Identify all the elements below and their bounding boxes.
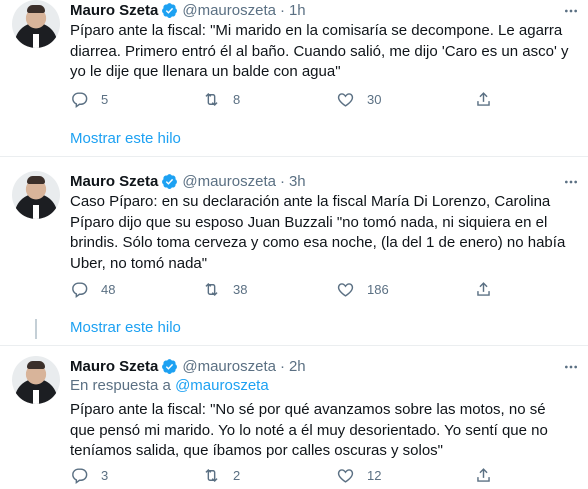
share-icon	[477, 467, 490, 482]
avatar[interactable]	[12, 356, 60, 404]
avatar-shirt	[33, 205, 39, 219]
show-thread-link[interactable]: Mostrar este hilo	[70, 130, 181, 147]
separator-dot: ·	[279, 357, 285, 375]
retweet-count: 38	[233, 281, 248, 297]
like-button[interactable]: 186	[336, 277, 389, 301]
avatar-hair	[27, 361, 45, 369]
tweet-header: Mauro Szeta @mauroszeta · 1h	[70, 0, 306, 20]
tweet[interactable]: Mauro Szeta @mauroszeta · 1h Píparo ante…	[0, 0, 588, 156]
more-dots-icon[interactable]	[562, 358, 580, 376]
avatar-shirt	[33, 34, 39, 48]
retweet-button[interactable]: 2	[202, 463, 240, 487]
share-icon	[477, 91, 490, 106]
author-name[interactable]: Mauro Szeta	[70, 173, 158, 190]
share-icon	[477, 281, 490, 296]
tweet-actions: 3 2 12	[62, 463, 522, 487]
reply-to-handle-link[interactable]: @mauroszeta	[175, 377, 269, 394]
avatar-shirt	[33, 390, 39, 404]
reply-count: 48	[101, 281, 116, 297]
more-dots-icon[interactable]	[562, 173, 580, 191]
reply-icon	[72, 91, 88, 108]
share-button[interactable]	[474, 277, 493, 301]
tweet-text: Píparo ante la fiscal: "No sé por qué av…	[70, 401, 548, 459]
timeline: Mauro Szeta @mauroszeta · 1h Píparo ante…	[0, 0, 588, 489]
retweet-icon	[205, 468, 218, 482]
like-button[interactable]: 12	[336, 463, 381, 487]
avatar-hair	[27, 5, 45, 13]
retweet-icon	[205, 282, 218, 296]
reply-button[interactable]: 48	[70, 277, 115, 301]
heart-icon	[337, 282, 354, 297]
reply-prefix: En respuesta a	[70, 377, 171, 394]
reply-icon	[72, 467, 88, 484]
share-button[interactable]	[474, 463, 493, 487]
avatar-hair	[27, 176, 45, 184]
verified-badge-icon	[162, 2, 178, 18]
reply-count: 5	[101, 91, 109, 107]
retweet-count: 2	[233, 467, 241, 483]
tweet-time[interactable]: 2h	[289, 358, 306, 375]
tweet-text: Caso Píparo: en su declaración ante la f…	[70, 193, 566, 272]
author-name[interactable]: Mauro Szeta	[70, 2, 158, 19]
reply-icon	[72, 281, 88, 298]
retweet-button[interactable]: 38	[202, 277, 247, 301]
heart-icon	[337, 468, 354, 483]
tweet-time[interactable]: 1h	[289, 2, 306, 19]
reply-count: 3	[101, 467, 109, 483]
reply-button[interactable]: 3	[70, 463, 108, 487]
author-name[interactable]: Mauro Szeta	[70, 358, 158, 375]
like-count: 12	[367, 467, 382, 483]
avatar[interactable]	[12, 171, 60, 219]
more-dots-icon[interactable]	[562, 2, 580, 20]
tweet-header: Mauro Szeta @mauroszeta · 2h	[70, 356, 306, 376]
tweet-header: Mauro Szeta @mauroszeta · 3h	[70, 171, 306, 191]
show-thread-link[interactable]: Mostrar este hilo	[70, 319, 181, 336]
separator-dot: ·	[279, 172, 285, 190]
verified-badge-icon	[162, 173, 178, 189]
avatar[interactable]	[12, 0, 60, 48]
tweet-actions: 5 8 30	[62, 87, 522, 111]
verified-badge-icon	[162, 358, 178, 374]
like-count: 30	[367, 91, 382, 107]
tweet-actions: 48 38 186	[62, 277, 522, 301]
thread-connector-line	[35, 319, 37, 339]
like-count: 186	[367, 281, 389, 297]
author-handle[interactable]: @mauroszeta	[182, 358, 276, 375]
tweet-text: Píparo ante la fiscal: "Mi marido en la …	[70, 22, 569, 80]
tweet-time[interactable]: 3h	[289, 173, 306, 190]
heart-icon	[337, 92, 354, 107]
tweet[interactable]: Mauro Szeta @mauroszeta · 2h En respuest…	[0, 346, 588, 489]
reply-button[interactable]: 5	[70, 87, 108, 111]
tweet[interactable]: Mauro Szeta @mauroszeta · 3h Caso Píparo…	[0, 157, 588, 345]
author-handle[interactable]: @mauroszeta	[182, 2, 276, 19]
like-button[interactable]: 30	[336, 87, 381, 111]
reply-context: En respuesta a @mauroszeta	[70, 377, 269, 394]
separator-dot: ·	[279, 1, 285, 19]
retweet-count: 8	[233, 91, 241, 107]
retweet-button[interactable]: 8	[202, 87, 240, 111]
share-button[interactable]	[474, 87, 493, 111]
author-handle[interactable]: @mauroszeta	[182, 173, 276, 190]
retweet-icon	[205, 92, 218, 106]
